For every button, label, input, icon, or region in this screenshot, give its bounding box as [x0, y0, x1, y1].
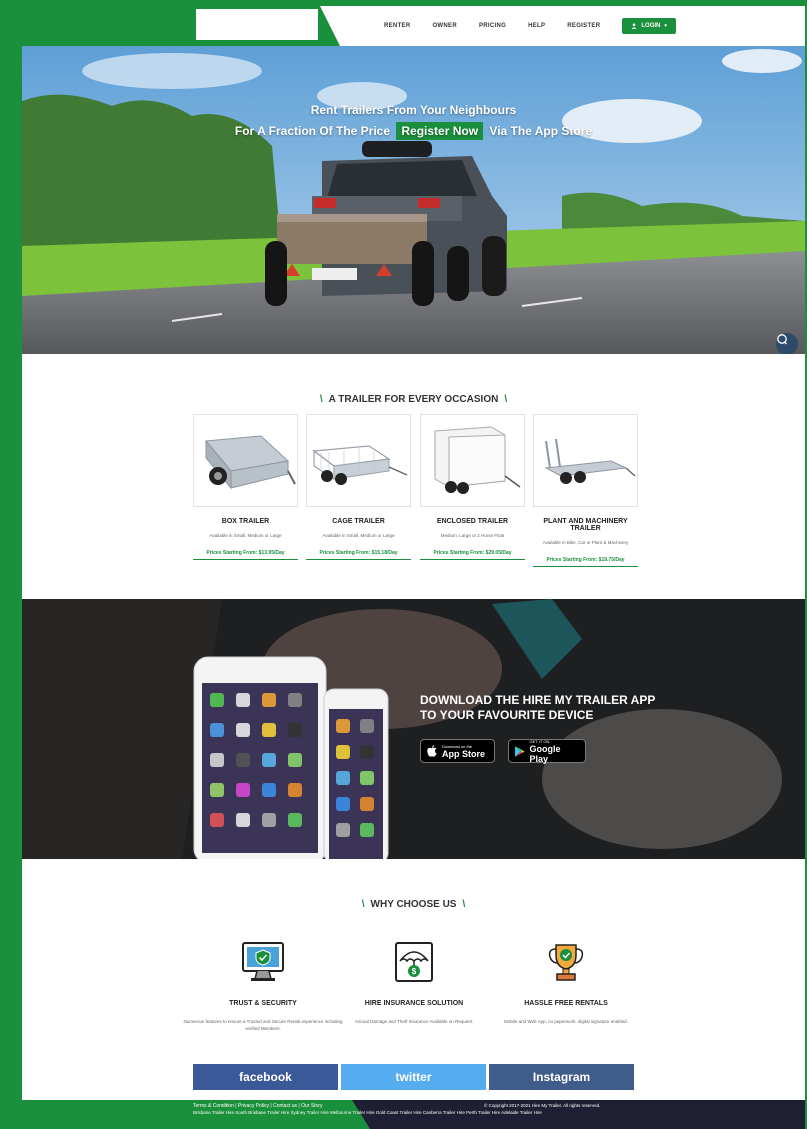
trailers-section-title: \ A TRAILER FOR EVERY OCCASION \ — [22, 394, 805, 405]
nav-owner[interactable]: OWNER — [432, 23, 457, 29]
trophy-icon — [548, 944, 584, 981]
feature-title: HIRE INSURANCE SOLUTION — [364, 1000, 464, 1007]
trailer-price[interactable]: Prices Starting From: $29.05/Day — [420, 550, 525, 560]
app-background-image — [22, 599, 805, 859]
apple-icon — [427, 745, 437, 757]
nav-register[interactable]: REGISTER — [567, 23, 600, 29]
cage-trailer-image[interactable] — [306, 414, 411, 507]
trailer-card-plant[interactable]: PLANT AND MACHINERY TRAILER Available in… — [533, 414, 638, 567]
google-play-icon — [515, 745, 525, 757]
trailer-price[interactable]: Prices Starting From: $15.18/Day — [306, 550, 411, 560]
svg-text:$: $ — [412, 967, 417, 976]
hero-subline-start: For A Fraction Of The Price — [234, 124, 391, 138]
enclosed-trailer-image[interactable] — [420, 414, 525, 507]
trailer-price[interactable]: Prices Starting From: $13.95/Day — [193, 550, 298, 560]
site-header: RENTER OWNER PRICING HELP REGISTER LOGIN… — [22, 6, 805, 46]
feature-title: TRUST & SECURITY — [229, 1000, 297, 1007]
hero-banner: Rent Trailers From Your Neighbours For A… — [22, 46, 805, 354]
trailer-desc: Available in Small, Medium or Large — [322, 533, 395, 538]
hero-image — [22, 46, 805, 354]
google-play-big: Google Play — [529, 743, 561, 764]
chat-icon[interactable] — [776, 333, 798, 354]
google-play-button[interactable]: GET IT ON Google Play — [508, 739, 586, 764]
app-store-button[interactable]: Download on the App Store — [420, 739, 495, 763]
trailer-desc: Medium, Large or 2 Horse Float — [440, 533, 505, 538]
feature-title: HASSLE FREE RENTALS — [524, 1000, 608, 1007]
app-download-section: DOWNLOAD THE HIRE MY TRAILER APP TO YOUR… — [22, 599, 805, 859]
instagram-button[interactable]: Instagram — [489, 1064, 634, 1090]
trailers-title-text: A TRAILER FOR EVERY OCCASION — [328, 394, 499, 405]
why-choose-us-section: \ WHY CHOOSE US \ TRUST & SECURITY Numerou… — [22, 859, 805, 1064]
footer-links[interactable]: Terms & Condition | Privacy Policy | Con… — [193, 1103, 323, 1109]
site-footer: Terms & Condition | Privacy Policy | Con… — [22, 1100, 805, 1129]
nav-help[interactable]: HELP — [528, 23, 545, 29]
hero-register-button[interactable]: Register Now — [396, 122, 484, 140]
hero-subline: For A Fraction Of The Price Register Now… — [22, 122, 805, 140]
trailer-card-box[interactable]: BOX TRAILER Available in Small, Medium o… — [193, 414, 298, 560]
trailer-name: CAGE TRAILER — [332, 518, 385, 525]
facebook-button[interactable]: facebook — [193, 1064, 338, 1090]
why-section-title: \ WHY CHOOSE US \ — [22, 899, 805, 910]
why-title-text: WHY CHOOSE US — [370, 899, 457, 910]
trailer-name: BOX TRAILER — [221, 518, 270, 525]
trailer-name: ENCLOSED TRAILER — [436, 518, 509, 525]
user-icon — [631, 23, 637, 29]
app-store-text: Download on the App Store — [442, 744, 485, 759]
box-trailer-image[interactable] — [193, 414, 298, 507]
trailer-desc: Available in Small, Medium or Large — [209, 533, 282, 538]
hero-headline: Rent Trailers From Your Neighbours — [310, 103, 517, 117]
login-label: LOGIN — [641, 23, 661, 29]
feature-desc: Annual Damage and Theft Insurance Availa… — [354, 1019, 474, 1024]
main-nav: RENTER OWNER PRICING HELP REGISTER LOGIN… — [384, 6, 676, 46]
trailer-desc: Available in Bike, Car or Plant & Machin… — [542, 540, 629, 545]
phones-image — [193, 656, 389, 859]
nav-pricing[interactable]: PRICING — [479, 23, 506, 29]
site-logo[interactable] — [196, 9, 318, 40]
trailer-price[interactable]: Prices Starting From: $19.75/Day — [533, 557, 638, 567]
google-play-text: GET IT ON Google Play — [530, 739, 579, 764]
slash-icon: \ — [462, 899, 466, 910]
caret-down-icon: ▾ — [664, 23, 667, 29]
monitor-shield-icon — [242, 942, 284, 981]
trailer-name: PLANT AND MACHINERY TRAILER — [543, 518, 628, 532]
hero-subline-end: Via The App Store — [489, 124, 593, 138]
footer-city-links[interactable]: Brisbane Trailer Hire South Brisbane Tra… — [193, 1110, 643, 1116]
nav-renter[interactable]: RENTER — [384, 23, 410, 29]
slash-icon: \ — [361, 899, 365, 910]
slash-icon: \ — [504, 394, 508, 405]
app-title-line2: TO YOUR FAVOURITE DEVICE — [420, 708, 594, 722]
login-button[interactable]: LOGIN ▾ — [622, 18, 676, 34]
app-section-title: DOWNLOAD THE HIRE MY TRAILER APP TO YOUR… — [420, 693, 655, 723]
trailer-card-enclosed[interactable]: ENCLOSED TRAILER Medium, Large or 2 Hors… — [420, 414, 525, 560]
twitter-button[interactable]: twitter — [341, 1064, 486, 1090]
feature-desc: Numerous features to ensure a Trusted an… — [183, 1019, 343, 1031]
insurance-umbrella-icon: $ — [395, 942, 433, 982]
slash-icon: \ — [319, 394, 323, 405]
footer-copyright: © Copyright 2017-2021 Hire My Trailer. A… — [484, 1103, 601, 1108]
app-title-line1: DOWNLOAD THE HIRE MY TRAILER APP — [420, 693, 656, 707]
trailers-section: \ A TRAILER FOR EVERY OCCASION \ BOX TRAIL… — [22, 354, 805, 599]
plant-trailer-image[interactable] — [533, 414, 638, 507]
feature-desc: Mobile and Web App, no paperwork, digita… — [504, 1019, 628, 1024]
app-store-big: App Store — [442, 748, 486, 759]
page: RENTER OWNER PRICING HELP REGISTER LOGIN… — [22, 6, 805, 1129]
trailer-card-cage[interactable]: CAGE TRAILER Available in Small, Medium … — [306, 414, 411, 560]
